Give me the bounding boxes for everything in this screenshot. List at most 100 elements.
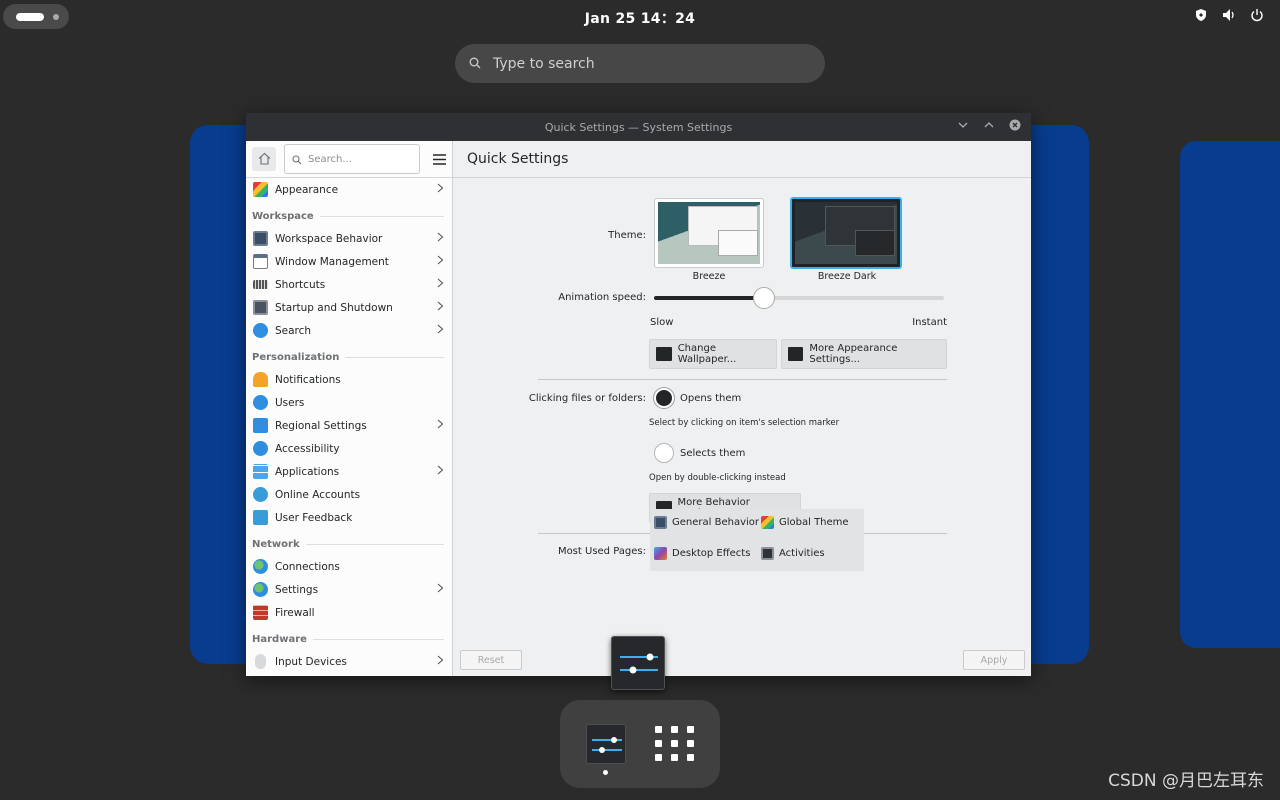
search-icon (253, 323, 268, 338)
sidebar-item-label: Accessibility (275, 442, 340, 455)
search-input[interactable] (493, 55, 793, 72)
sidebar-item-window-management[interactable]: Window Management (246, 250, 452, 273)
close-icon (1009, 119, 1021, 134)
theme-name: Breeze (692, 271, 726, 282)
sidebar-item-label: Search (275, 324, 312, 337)
most-used-label: Most Used Pages: (557, 546, 646, 557)
system-settings-window-icon[interactable] (611, 636, 665, 690)
appearance-icon (253, 182, 268, 197)
slider-handle[interactable] (753, 287, 776, 309)
opens-hint: Select by clicking on item's selection m… (649, 418, 840, 428)
close-button[interactable] (1007, 118, 1023, 134)
sidebar-item-label: Applications (275, 465, 340, 478)
sidebar-item-label: Regional Settings (275, 419, 367, 432)
sidebar-search-input[interactable] (308, 153, 418, 165)
sidebar-item-workspace-behavior[interactable]: Workspace Behavior (246, 227, 452, 250)
sidebar-item-label: Workspace Behavior (275, 232, 383, 245)
workspace-behavior-icon (253, 231, 268, 246)
system-settings-window[interactable]: Quick Settings — System Settings Search.… (246, 113, 1031, 676)
volume-icon[interactable] (1222, 8, 1236, 22)
sidebar-item-user-feedback[interactable]: User Feedback (246, 506, 452, 529)
chevron-right-icon (437, 278, 444, 291)
sidebar-item-network-settings[interactable]: Settings (246, 578, 452, 601)
sidebar-item-applications[interactable]: Applications (246, 460, 452, 483)
chevron-right-icon (437, 324, 444, 337)
search-icon (469, 54, 481, 73)
change-wallpaper-button[interactable]: Change Wallpaper... (649, 339, 777, 369)
sidebar-item-label: Connections (275, 560, 340, 573)
reset-button[interactable]: Reset (460, 650, 522, 670)
appearance-settings-icon (788, 347, 804, 361)
sidebar-item-label: Users (275, 396, 305, 409)
globe-icon (253, 487, 268, 502)
chevron-right-icon (437, 255, 444, 268)
maximize-button[interactable] (981, 118, 997, 134)
settings-sliders-icon (592, 737, 622, 753)
selects-them-radio[interactable] (654, 443, 674, 463)
theme-card-breeze[interactable] (654, 198, 764, 268)
active-workspace-pill (16, 12, 44, 21)
system-settings-dock-item[interactable] (586, 724, 626, 764)
chevron-right-icon (437, 583, 444, 596)
sidebar-search[interactable] (284, 144, 420, 174)
general-behavior-icon (654, 516, 667, 529)
sidebar-group-workspace: Workspace (246, 201, 452, 227)
page-title: Quick Settings (467, 151, 569, 167)
home-icon (258, 150, 271, 169)
bell-icon (253, 372, 268, 387)
apply-button[interactable]: Apply (963, 650, 1025, 670)
theme-card-breeze-dark[interactable] (790, 197, 902, 269)
sidebar-item-notifications[interactable]: Notifications (246, 368, 452, 391)
sidebar-item-regional-settings[interactable]: Regional Settings (246, 414, 452, 437)
sidebar-item-shortcuts[interactable]: Shortcuts (246, 273, 452, 296)
home-button[interactable] (252, 147, 276, 171)
most-used-global-theme[interactable]: Global Theme (761, 516, 849, 529)
opens-them-radio[interactable] (654, 388, 674, 408)
sidebar-item-input-devices[interactable]: Input Devices (246, 650, 452, 673)
sidebar-item-users[interactable]: Users (246, 391, 452, 414)
animation-speed-label: Animation speed: (558, 292, 646, 303)
chevron-right-icon (437, 301, 444, 314)
settings-sliders-icon (620, 653, 658, 674)
sidebar-item-online-accounts[interactable]: Online Accounts (246, 483, 452, 506)
more-appearance-settings-button[interactable]: More Appearance Settings... (781, 339, 947, 369)
monitor-icon (253, 300, 268, 315)
sidebar-item-accessibility[interactable]: Accessibility (246, 437, 452, 460)
sidebar-item-firewall[interactable]: Firewall (246, 601, 452, 624)
sidebar-item-appearance[interactable]: Appearance (246, 178, 452, 201)
hamburger-menu-button[interactable] (428, 148, 450, 170)
chevron-right-icon (437, 465, 444, 478)
top-bar: Jan 25 14：24 (0, 0, 1280, 34)
activities-indicator[interactable] (3, 4, 69, 29)
item-label: Activities (779, 548, 825, 559)
most-used-general-behavior[interactable]: General Behavior (654, 516, 759, 529)
item-label: General Behavior (672, 517, 759, 528)
theme-label: Theme: (608, 230, 646, 241)
slider-fill (654, 296, 765, 300)
system-tray[interactable] (1194, 8, 1264, 22)
sidebar-item-search[interactable]: Search (246, 319, 452, 342)
sidebar-item-connections[interactable]: Connections (246, 555, 452, 578)
sidebar-item-startup-shutdown[interactable]: Startup and Shutdown (246, 296, 452, 319)
clock[interactable]: Jan 25 14：24 (585, 11, 695, 27)
selects-them-label[interactable]: Selects them (680, 448, 745, 459)
power-icon[interactable] (1250, 8, 1264, 22)
window-titlebar[interactable]: Quick Settings — System Settings (246, 113, 1031, 141)
watermark: CSDN @月巴左耳东 (1108, 771, 1264, 791)
chevron-down-icon (958, 120, 968, 133)
users-icon (253, 395, 268, 410)
minimize-button[interactable] (955, 118, 971, 134)
selects-hint: Open by double-clicking instead (649, 473, 786, 483)
opens-them-label[interactable]: Opens them (680, 393, 741, 404)
animation-speed-slider[interactable] (654, 287, 944, 309)
most-used-activities[interactable]: Activities (761, 547, 825, 560)
next-workspace-thumbnail[interactable] (1180, 141, 1280, 648)
firewall-icon (253, 605, 268, 620)
sidebar-item-label: Shortcuts (275, 278, 326, 291)
desktop-effects-icon (654, 547, 667, 560)
breeze-dark-preview (795, 202, 897, 264)
app-grid-icon[interactable] (655, 726, 694, 764)
shield-icon[interactable] (1194, 8, 1208, 22)
most-used-desktop-effects[interactable]: Desktop Effects (654, 547, 750, 560)
overview-search[interactable] (455, 44, 825, 83)
